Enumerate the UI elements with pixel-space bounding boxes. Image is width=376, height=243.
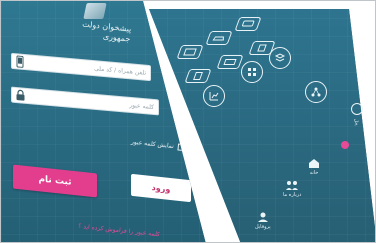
building-icon [257, 44, 267, 52]
service-circle[interactable] [203, 85, 225, 107]
phone-icon [12, 54, 28, 69]
show-password-row[interactable]: نمایش کلمه عبور [105, 133, 186, 153]
chart-icon [209, 92, 219, 101]
brand-title: پیشخوان دولت جمهوری [81, 19, 132, 44]
show-password-checkbox[interactable] [177, 142, 186, 151]
register-button[interactable]: ثبت نام [13, 164, 97, 198]
home-icon [309, 159, 319, 168]
document-icon [193, 72, 203, 80]
accent-dot [341, 141, 349, 149]
forgot-password-link[interactable]: کلمه عبور را فراموش کرده اید ؟ [59, 221, 179, 241]
user-icon [257, 212, 268, 222]
nav-profile[interactable]: پروفایل [255, 211, 271, 230]
password-placeholder: کلمه عبور [129, 101, 154, 111]
nav-about[interactable]: درباره ما [283, 179, 301, 198]
service-circle[interactable] [305, 81, 327, 103]
service-circle[interactable] [241, 61, 263, 83]
network-icon [311, 87, 321, 97]
group-icon [286, 181, 299, 190]
nav-home[interactable]: خانه [307, 157, 321, 176]
brand-logo [83, 3, 107, 19]
card-icon [183, 48, 197, 56]
login-button[interactable]: ورود [131, 173, 191, 203]
show-password-label: نمایش کلمه عبور [130, 138, 175, 150]
wallet-icon [223, 59, 237, 65]
screenshot-frame: پیشخوان دولت جمهوری تلفن همراه / کد ملی … [0, 0, 376, 243]
grid-icon [248, 68, 256, 76]
stack-icon [274, 53, 286, 62]
password-field[interactable]: کلمه عبور [11, 86, 159, 116]
bus-icon [242, 20, 255, 27]
side-label: پنل [352, 118, 360, 126]
info-circle-icon[interactable] [351, 103, 363, 115]
username-placeholder: تلفن همراه / کد ملی [94, 64, 146, 77]
service-circle[interactable] [269, 47, 291, 69]
username-field[interactable]: تلفن همراه / کد ملی [11, 52, 151, 82]
car-icon [212, 36, 224, 41]
lock-icon [12, 88, 28, 103]
